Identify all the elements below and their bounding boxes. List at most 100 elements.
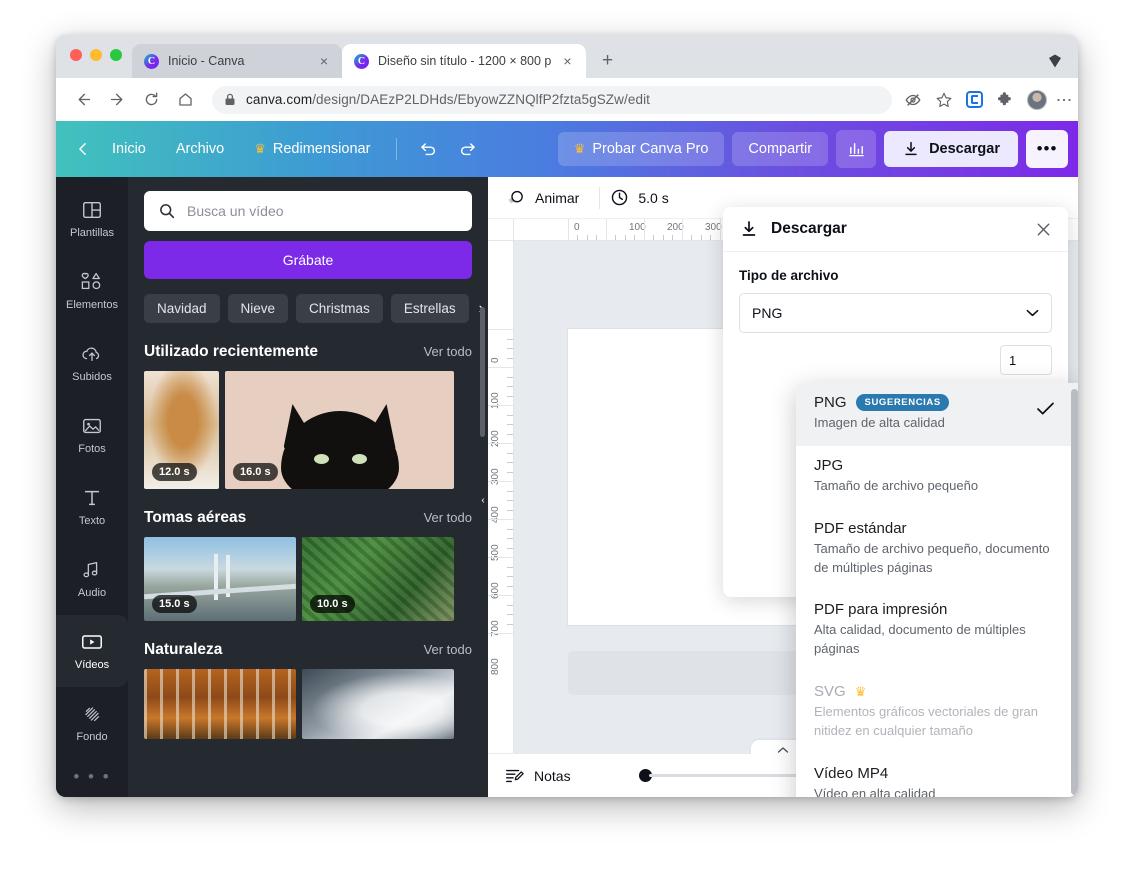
file-type-select[interactable]: PNG	[739, 293, 1052, 333]
close-icon[interactable]	[1035, 221, 1052, 238]
canva-extension-icon[interactable]	[966, 91, 983, 108]
sidebar-item-fotos[interactable]: Fotos	[56, 399, 128, 471]
video-thumbnail[interactable]: 12.0 s	[144, 371, 219, 489]
canva-app: Inicio Archivo ♛ Redimensionar ♛ Probar …	[56, 121, 1078, 797]
size-row: 1	[739, 345, 1052, 375]
rail-more-button[interactable]: • • •	[56, 767, 128, 787]
browser-toolbar: canva.com/design/DAEzP2LDHds/EbyowZZNQlf…	[56, 78, 1078, 121]
section-header-aereas: Tomas aéreas Ver todo	[144, 509, 472, 527]
panel-scrollbar[interactable]	[480, 307, 485, 437]
chip-nieve[interactable]: Nieve	[227, 294, 289, 323]
record-yourself-button[interactable]: Grábate	[144, 241, 472, 279]
more-options-button[interactable]: •••	[1026, 130, 1068, 168]
new-tab-button[interactable]: +	[594, 47, 622, 75]
notes-label: Notas	[534, 767, 571, 784]
forward-icon[interactable]	[102, 85, 132, 115]
back-icon[interactable]	[68, 85, 98, 115]
divider	[599, 186, 601, 209]
close-window-button[interactable]	[70, 49, 82, 61]
address-bar[interactable]: canva.com/design/DAEzP2LDHds/EbyowZZNQlf…	[212, 85, 892, 114]
zoom-slider[interactable]	[638, 769, 811, 782]
dropdown-option-jpg[interactable]: JPG Tamaño de archivo pequeño	[796, 446, 1078, 509]
chip-navidad[interactable]: Navidad	[144, 294, 220, 323]
ruler-tick-label: 0	[490, 357, 501, 363]
dropdown-option-video-mp4[interactable]: Vídeo MP4 Vídeo en alta calidad	[796, 754, 1078, 797]
option-title-row: SVG ♛	[814, 683, 1069, 700]
close-icon[interactable]: ×	[560, 52, 574, 70]
sidebar-item-subidos[interactable]: Subidos	[56, 327, 128, 399]
kebab-menu-icon[interactable]: ⋮	[1055, 92, 1072, 108]
share-button[interactable]: Compartir	[732, 132, 829, 166]
dropdown-option-png[interactable]: PNG SUGERENCIAS Imagen de alta calidad	[796, 383, 1078, 446]
notes-button[interactable]: Notas	[504, 766, 571, 786]
redo-icon[interactable]	[449, 130, 487, 168]
thumbnail-row	[144, 669, 472, 739]
duration-badge: 16.0 s	[233, 463, 278, 481]
video-thumbnail[interactable]	[144, 669, 296, 739]
dropdown-option-pdf-impresion[interactable]: PDF para impresión Alta calidad, documen…	[796, 590, 1078, 672]
video-thumbnail[interactable]: 15.0 s	[144, 537, 296, 621]
dropdown-option-svg[interactable]: SVG ♛ Elementos gráficos vectoriales de …	[796, 672, 1078, 754]
profile-chip-icon[interactable]	[1046, 52, 1064, 70]
download-button[interactable]: Descargar	[884, 131, 1018, 167]
see-all-link[interactable]: Ver todo	[424, 642, 472, 657]
avatar[interactable]	[1027, 89, 1047, 110]
clock-icon	[610, 188, 629, 207]
ruler-tick-label: 200	[490, 430, 501, 447]
chip-estrellas[interactable]: Estrellas	[390, 294, 469, 323]
status-badge: SUGERENCIAS	[855, 394, 949, 411]
animate-button[interactable]: Animar	[502, 188, 593, 208]
ruler-vertical: 0 100 200 300 400 500 600 700 800	[488, 241, 514, 753]
sidebar-item-texto[interactable]: Texto	[56, 471, 128, 543]
chip-christmas[interactable]: Christmas	[296, 294, 383, 323]
crown-icon: ♛	[573, 141, 586, 156]
video-thumbnail[interactable]	[302, 669, 454, 739]
home-menu-item[interactable]: Inicio	[98, 133, 160, 165]
sidebar-item-elementos[interactable]: Elementos	[56, 255, 128, 327]
file-menu-item[interactable]: Archivo	[162, 133, 238, 165]
ruler-tick-label: 500	[490, 544, 501, 561]
toolbar-icons: ⋮	[904, 89, 1072, 110]
video-thumbnail[interactable]: 16.0 s	[225, 371, 454, 489]
sidebar-item-plantillas[interactable]: Plantillas	[56, 183, 128, 255]
option-name: PDF estándar	[814, 519, 907, 537]
ruler-tick-label: 700	[490, 620, 501, 637]
sidebar-item-fondo[interactable]: Fondo	[56, 687, 128, 759]
search-icon	[158, 202, 176, 220]
reload-icon[interactable]	[136, 85, 166, 115]
stats-button[interactable]	[836, 130, 877, 168]
star-icon[interactable]	[935, 91, 953, 109]
dropdown-option-pdf-estandar[interactable]: PDF estándar Tamaño de archivo pequeño, …	[796, 509, 1078, 591]
section-title: Tomas aéreas	[144, 509, 247, 526]
browser-tab-inicio[interactable]: C Inicio - Canva ×	[132, 44, 342, 78]
maximize-window-button[interactable]	[110, 49, 122, 61]
eye-slash-icon[interactable]	[904, 91, 922, 109]
sidebar-item-videos[interactable]: Vídeos	[56, 615, 128, 687]
minimize-window-button[interactable]	[90, 49, 102, 61]
resize-menu-item[interactable]: ♛ Redimensionar	[240, 133, 384, 165]
size-input[interactable]: 1	[1000, 345, 1052, 375]
thumbnail-row: 15.0 s 10.0 s	[144, 537, 472, 621]
tab-title: Inicio - Canva	[168, 54, 245, 68]
see-all-link[interactable]: Ver todo	[424, 510, 472, 525]
video-thumbnail[interactable]: 10.0 s	[302, 537, 454, 621]
dropdown-scrollbar[interactable]	[1071, 389, 1078, 795]
panel-collapse-handle[interactable]: ‹	[477, 473, 488, 527]
zoom-slider-track[interactable]	[648, 774, 811, 777]
see-all-link[interactable]: Ver todo	[424, 344, 472, 359]
option-name: SVG	[814, 683, 846, 701]
puzzle-extension-icon[interactable]	[996, 91, 1014, 109]
back-button[interactable]	[66, 134, 96, 164]
browser-tab-diseno[interactable]: C Diseño sin título - 1200 × 800 p ×	[342, 44, 586, 78]
undo-icon[interactable]	[409, 130, 447, 168]
check-icon	[1036, 401, 1055, 416]
close-icon[interactable]: ×	[317, 52, 331, 70]
screenshot-root: C Inicio - Canva × C Diseño sin título -…	[0, 0, 1133, 870]
search-input[interactable]: Busca un vídeo	[144, 191, 472, 231]
sidebar-item-audio[interactable]: Audio	[56, 543, 128, 615]
sidebar-item-label: Fotos	[78, 443, 106, 455]
duration-button[interactable]: 5.0 s	[606, 188, 682, 207]
home-icon[interactable]	[170, 85, 200, 115]
sidebar-item-label: Subidos	[72, 371, 112, 383]
try-canva-pro-button[interactable]: ♛ Probar Canva Pro	[557, 132, 725, 166]
